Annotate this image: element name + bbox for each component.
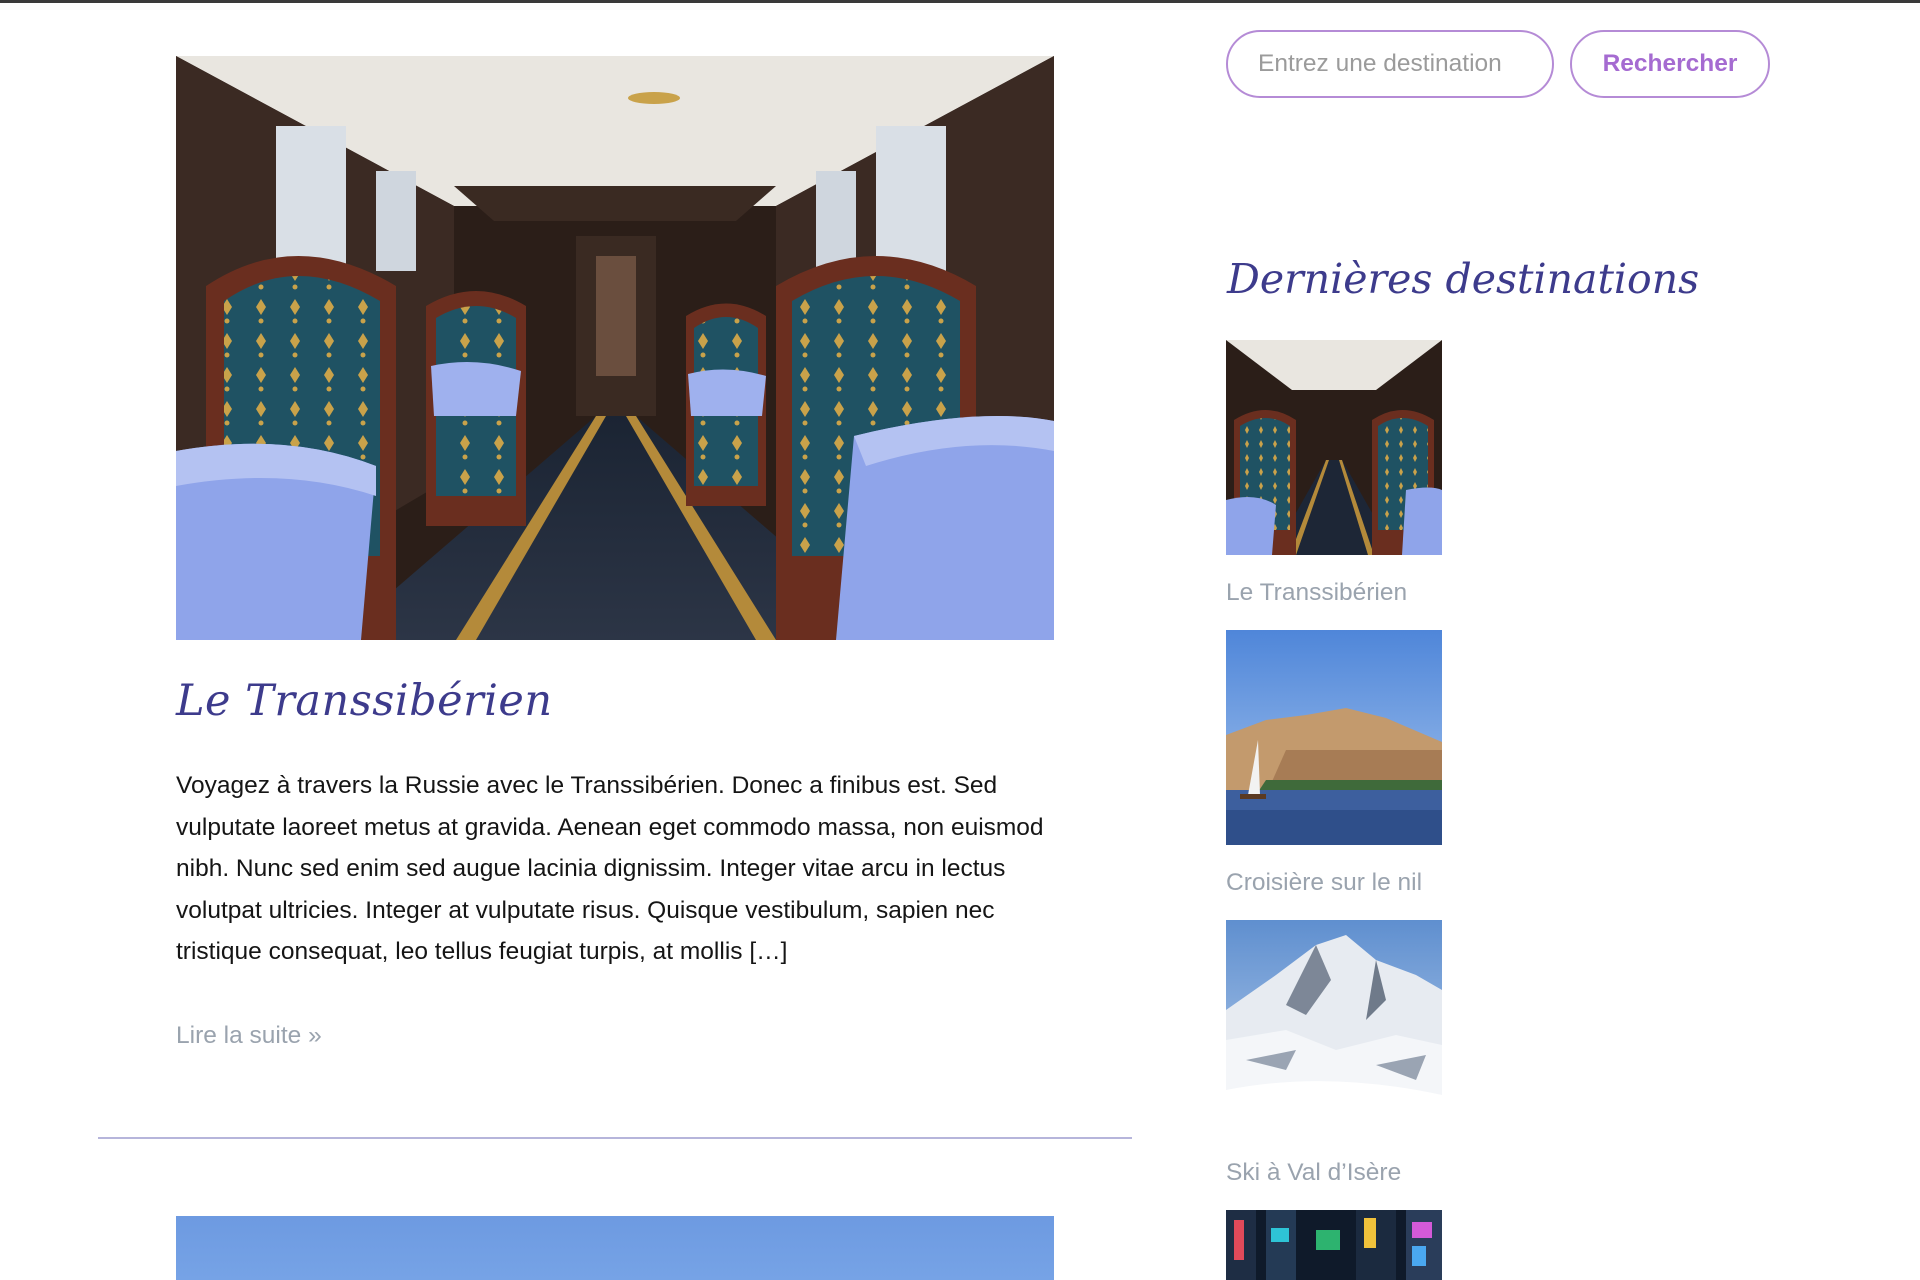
train-dining-car-photo xyxy=(176,56,1054,640)
latest-destinations-heading: Dernières destinations xyxy=(1227,255,1700,303)
destination-item-nil[interactable]: Croisière sur le nil xyxy=(1226,630,1444,897)
destination-thumbnail[interactable] xyxy=(1226,340,1442,555)
next-post-image[interactable] xyxy=(176,1216,1054,1280)
post-excerpt: Voyagez à travers la Russie avec le Tran… xyxy=(176,772,1044,966)
destination-label[interactable]: Ski à Val d’Isère xyxy=(1226,1159,1444,1187)
nile-sailboat-photo xyxy=(1226,630,1442,845)
snowy-mountains-photo xyxy=(1226,920,1442,1135)
search-button[interactable]: Rechercher xyxy=(1570,30,1770,98)
post-featured-image[interactable] xyxy=(176,56,1054,640)
city-neon-night-photo xyxy=(1226,1210,1442,1280)
post-divider xyxy=(98,1137,1132,1139)
train-dining-car-photo xyxy=(1226,340,1442,555)
destination-item-transsiberien[interactable]: Le Transsibérien xyxy=(1226,340,1444,607)
destination-thumbnail[interactable] xyxy=(1226,1210,1442,1280)
destination-item-city[interactable] xyxy=(1226,1210,1444,1280)
destination-label[interactable]: Croisière sur le nil xyxy=(1226,869,1444,897)
destination-thumbnail[interactable] xyxy=(1226,920,1442,1135)
destination-search-input[interactable] xyxy=(1226,30,1554,98)
read-more-link[interactable]: Lire la suite » xyxy=(176,1022,322,1050)
top-border xyxy=(0,0,1920,3)
destination-item-val-disere[interactable]: Ski à Val d’Isère xyxy=(1226,920,1444,1187)
destination-label[interactable]: Le Transsibérien xyxy=(1226,579,1444,607)
destination-thumbnail[interactable] xyxy=(1226,630,1442,845)
post-title[interactable]: Le Transsibérien xyxy=(176,676,553,726)
